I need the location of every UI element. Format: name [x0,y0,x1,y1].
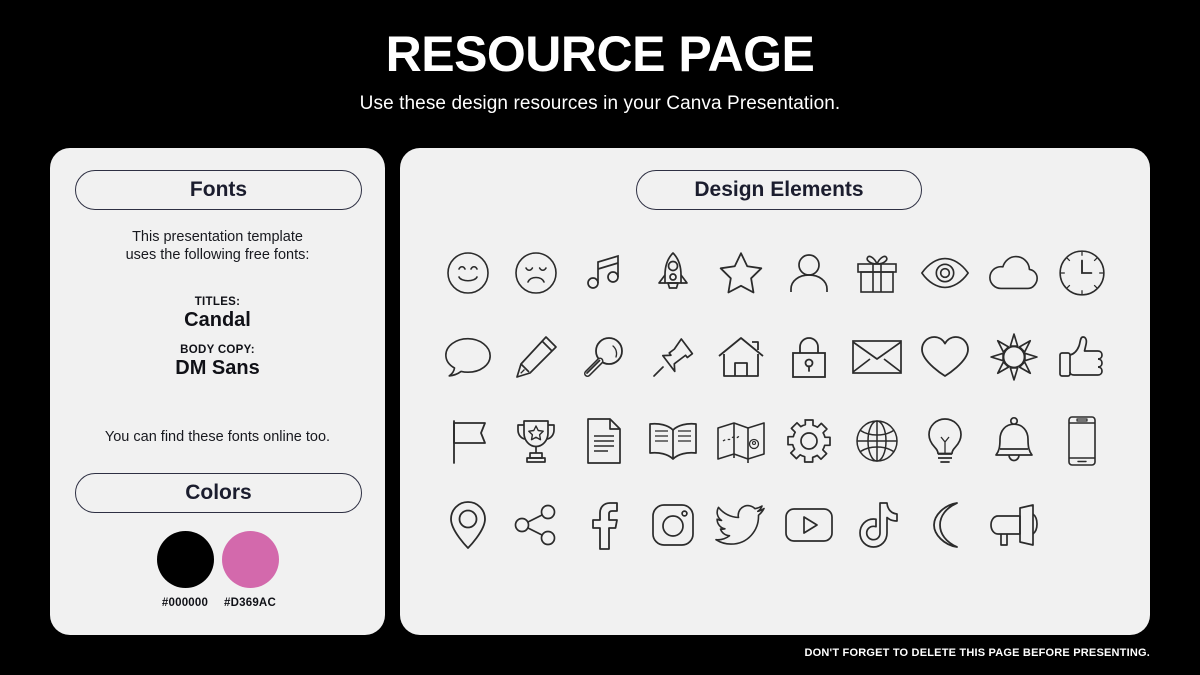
titles-font-block: TITLES: Candal [50,296,385,332]
design-elements-heading-pill[interactable]: Design Elements [636,170,922,210]
smartphone-icon[interactable] [1048,408,1116,474]
instagram-icon[interactable] [639,492,707,558]
thumbs-up-icon[interactable] [1048,324,1116,390]
bell-icon[interactable] [980,408,1048,474]
fonts-intro-text: This presentation template uses the foll… [50,228,385,264]
footer-reminder-note: DON'T FORGET TO DELETE THIS PAGE BEFORE … [804,647,1150,659]
titles-font-name: Candal [184,309,251,331]
slide-canvas: RESOURCE PAGE Use these design resources… [0,0,1200,675]
clock-icon[interactable] [1048,240,1116,306]
heart-icon[interactable] [911,324,979,390]
body-font-name: DM Sans [175,357,260,379]
color-swatch-list: #000000 #D369AC [50,531,385,609]
location-pin-icon[interactable] [434,492,502,558]
gear-icon[interactable] [775,408,843,474]
map-icon[interactable] [707,408,775,474]
cloud-icon[interactable] [980,240,1048,306]
fonts-heading-label: Fonts [189,178,248,201]
globe-icon[interactable] [843,408,911,474]
page-subtitle: Use these design resources in your Canva… [359,93,841,114]
lock-icon[interactable] [775,324,843,390]
magnifier-icon[interactable] [570,324,638,390]
body-font-label: BODY COPY: [180,344,255,356]
document-icon[interactable] [570,408,638,474]
fonts-and-colors-panel: Fonts This presentation template uses th… [50,148,385,635]
color-swatch-dot [221,531,279,588]
envelope-icon[interactable] [843,324,911,390]
tiktok-icon[interactable] [843,492,911,558]
megaphone-icon[interactable] [980,492,1048,558]
rocket-icon[interactable] [639,240,707,306]
color-swatch-hex: #000000 [161,597,209,609]
sad-face-icon[interactable] [502,240,570,306]
fonts-intro-line-2: uses the following free fonts: [125,247,310,264]
house-icon[interactable] [707,324,775,390]
moon-icon[interactable] [911,492,979,558]
music-note-icon[interactable] [570,240,638,306]
colors-heading-pill[interactable]: Colors [75,473,362,513]
pushpin-icon[interactable] [639,324,707,390]
speech-bubble-icon[interactable] [434,324,502,390]
page-title: RESOURCE PAGE [385,26,815,82]
pencil-icon[interactable] [502,324,570,390]
lightbulb-icon[interactable] [911,408,979,474]
youtube-icon[interactable] [775,492,843,558]
eye-icon[interactable] [911,240,979,306]
sun-icon[interactable] [980,324,1048,390]
color-swatch-dot [156,531,214,588]
twitter-icon[interactable] [707,492,775,558]
open-book-icon[interactable] [639,408,707,474]
star-icon[interactable] [707,240,775,306]
body-font-block: BODY COPY: DM Sans [50,344,385,380]
share-icon[interactable] [502,492,570,558]
fonts-intro-line-1: This presentation template [132,229,303,245]
color-swatch[interactable]: #D369AC [221,531,279,609]
icon-grid [434,240,1116,558]
color-swatch[interactable]: #000000 [156,531,214,609]
design-elements-panel: Design Elements [400,148,1150,635]
fonts-heading-pill[interactable]: Fonts [75,170,362,210]
trophy-icon[interactable] [502,408,570,474]
gift-icon[interactable] [843,240,911,306]
design-elements-heading-label: Design Elements [694,178,864,201]
colors-heading-label: Colors [185,481,252,504]
find-fonts-online-text: You can find these fonts online too. [104,429,331,445]
happy-face-icon[interactable] [434,240,502,306]
facebook-icon[interactable] [570,492,638,558]
color-swatch-hex: #D369AC [224,597,276,609]
person-icon[interactable] [775,240,843,306]
flag-icon[interactable] [434,408,502,474]
titles-font-label: TITLES: [194,296,241,308]
